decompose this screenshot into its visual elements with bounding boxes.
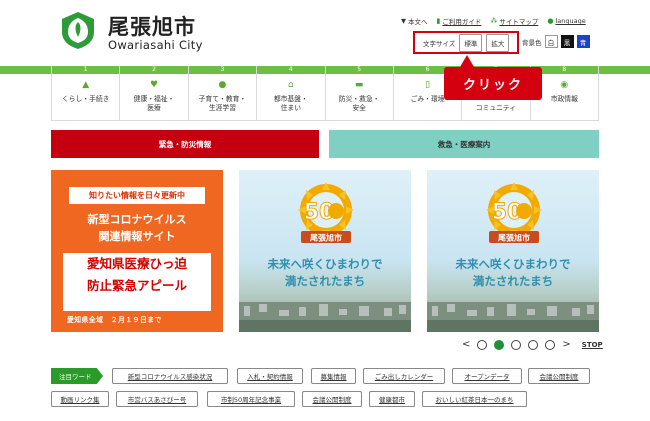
font-size-label: 文字サイズ [423,39,456,48]
child-icon: ● [218,80,227,90]
sunflower-50-logo: 50 尾張旭市 [486,182,542,243]
nav-item-housing[interactable]: 4 ⌂ 都市基盤・ 住まい [256,66,325,121]
sitemap-link[interactable]: ⁂ サイトマップ [490,16,538,26]
keyword-link[interactable]: オープンデータ [452,368,522,384]
sunflower-50-logo: 50 尾張旭市 [298,182,354,243]
site-title[interactable]: 尾張旭市 [108,11,196,41]
globe-icon: ● [547,17,554,25]
language-link-label: language [555,17,586,25]
keyword-link[interactable]: 募集情報 [311,368,356,384]
carousel-prev-button[interactable]: < [462,339,470,350]
sitemap-link-label: サイトマップ [499,18,539,26]
nav-number: 1 [52,66,120,74]
carousel-dot[interactable] [545,339,556,350]
nav-item-education[interactable]: 3 ● 子育て・教育・ 生涯学習 [187,66,257,121]
slogan-line2: 満たされたまち [284,274,366,288]
keyword-link[interactable]: 会議公開制度 [302,391,362,407]
click-callout: クリック [444,55,542,100]
anniversary-city-name: 尾張旭市 [497,233,530,243]
nav-number: 2 [120,66,188,74]
keyword-link[interactable]: 新型コロナウイルス感染状況 [112,368,228,384]
nav-number: 3 [188,66,257,74]
emergency-medical-button[interactable]: 救急・医療案内 [329,130,599,158]
nav-number: 5 [325,66,393,74]
trash-icon: ▯ [425,80,431,90]
language-link[interactable]: ● language [547,16,585,26]
house-icon: ▲ [82,80,90,90]
cityscape-image [239,302,411,332]
carousel-controls: < > STOP [462,339,603,350]
carousel-dot[interactable] [511,339,522,350]
covid-title-line1: 新型コロナウイルス [87,213,187,226]
nav-label: 防災・救急・ 安全 [338,95,380,112]
keyword-link[interactable]: 市営バスあさぴー号 [116,391,198,407]
anniversary-banner[interactable]: 50 尾張旭市 未来へ咲くひまわりで 満たされたまち [239,170,411,332]
sitemap-icon: ⁂ [490,17,498,25]
keyword-link[interactable]: ごみ出しカレンダー [363,368,445,384]
covid-appeal-line2: 防止緊急アピール [86,278,187,293]
heart-icon: ♥ [150,80,159,90]
keyword-link[interactable]: 市制50周年記念事業 [207,391,295,407]
nav-item-safety[interactable]: 5 ▬ 防災・救急・ 安全 [324,66,393,121]
covid-banner[interactable]: 知りたい情報を日々更新中 新型コロナウイルス 関連情報サイト 愛知県医療ひっ迫 … [51,170,223,332]
down-triangle-icon: ▼ [401,17,406,25]
carousel-dot[interactable] [477,339,488,350]
slogan-line2: 満たされたまち [472,274,554,288]
font-standard-button[interactable]: 標準 [459,33,483,52]
marker-icon: ◉ [560,80,569,90]
city-emblem-icon[interactable] [58,10,98,50]
bg-color-label: 背景色 [522,38,542,47]
guide-link[interactable]: ▮ ご利用ガイド [437,16,482,26]
cityscape-image [427,302,599,332]
covid-title-line2: 関連情報サイト [98,230,176,243]
keyword-link[interactable]: おいしい紅茶日本一のまち [422,391,527,407]
slogan-line1: 未来へ咲くひまわりで [267,257,383,271]
nav-label: コミュニティ [475,104,517,112]
font-large-button[interactable]: 拡大 [486,33,510,52]
font-size-control: 文字サイズ 標準 拡大 [413,31,519,54]
skip-link-label: 本文へ [408,18,428,26]
utility-links: ▼ 本文へ ▮ ご利用ガイド ⁂ サイトマップ ● language [401,16,586,26]
book-icon: ▮ [436,17,441,25]
nav-label: 都市基盤・ 住まい [273,95,308,112]
covid-banner-title: 新型コロナウイルス 関連情報サイト [51,211,223,245]
covid-banner-tag: 知りたい情報を日々更新中 [69,187,205,204]
shield-icon: ▬ [354,80,364,90]
skip-to-content-link[interactable]: ▼ 本文へ [401,16,428,26]
carousel-dot[interactable] [528,339,539,350]
bg-white-button[interactable]: 白 [544,35,558,48]
nav-number: 4 [257,66,325,74]
covid-banner-footer: 愛知県全域 ２月１９日まで [67,316,162,324]
anniversary-banner[interactable]: 50 尾張旭市 未来へ咲くひまわりで 満たされたまち [427,170,599,332]
home-icon: ⌂ [287,80,294,90]
anniversary-city-name: 尾張旭市 [309,233,342,243]
bg-blue-button[interactable]: 青 [576,35,590,48]
nav-item-health[interactable]: 2 ♥ 健康・福祉・ 医療 [119,66,188,121]
bg-color-control: 背景色 白 黒 青 [522,35,590,48]
keyword-link[interactable]: 動画リンク集 [51,391,109,407]
nav-label: 子育て・教育・ 生涯学習 [198,95,247,112]
carousel-stop-button[interactable]: STOP [582,341,603,349]
keyword-link[interactable]: 入札・契約情報 [237,368,303,384]
slogan-line1: 未来へ咲くひまわりで [455,257,571,271]
carousel-next-button[interactable]: > [562,339,570,350]
keywords-label: 注目ワード [51,368,103,384]
nav-label: 健康・福祉・ 医療 [133,95,175,112]
carousel-dot-active[interactable] [494,339,505,350]
anniversary-slogan: 未来へ咲くひまわりで 満たされたまち [239,256,411,290]
nav-label: くらし・手続き [61,95,110,103]
covid-appeal-line1: 愛知県医療ひっ迫 [86,256,187,271]
keyword-link[interactable]: 会議公開制度 [528,368,590,384]
covid-appeal-box: 愛知県医療ひっ迫 防止緊急アピール [63,253,211,311]
keyword-link[interactable]: 健康都市 [369,391,415,407]
guide-link-label: ご利用ガイド [442,18,482,26]
nav-item-life[interactable]: 1 ▲ くらし・手続き [51,66,120,121]
anniversary-slogan: 未来へ咲くひまわりで 満たされたまち [427,256,599,290]
site-title-en: Owariasahi City [108,38,203,52]
bg-black-button[interactable]: 黒 [560,35,574,48]
emergency-disaster-button[interactable]: 緊急・防災情報 [51,130,319,158]
